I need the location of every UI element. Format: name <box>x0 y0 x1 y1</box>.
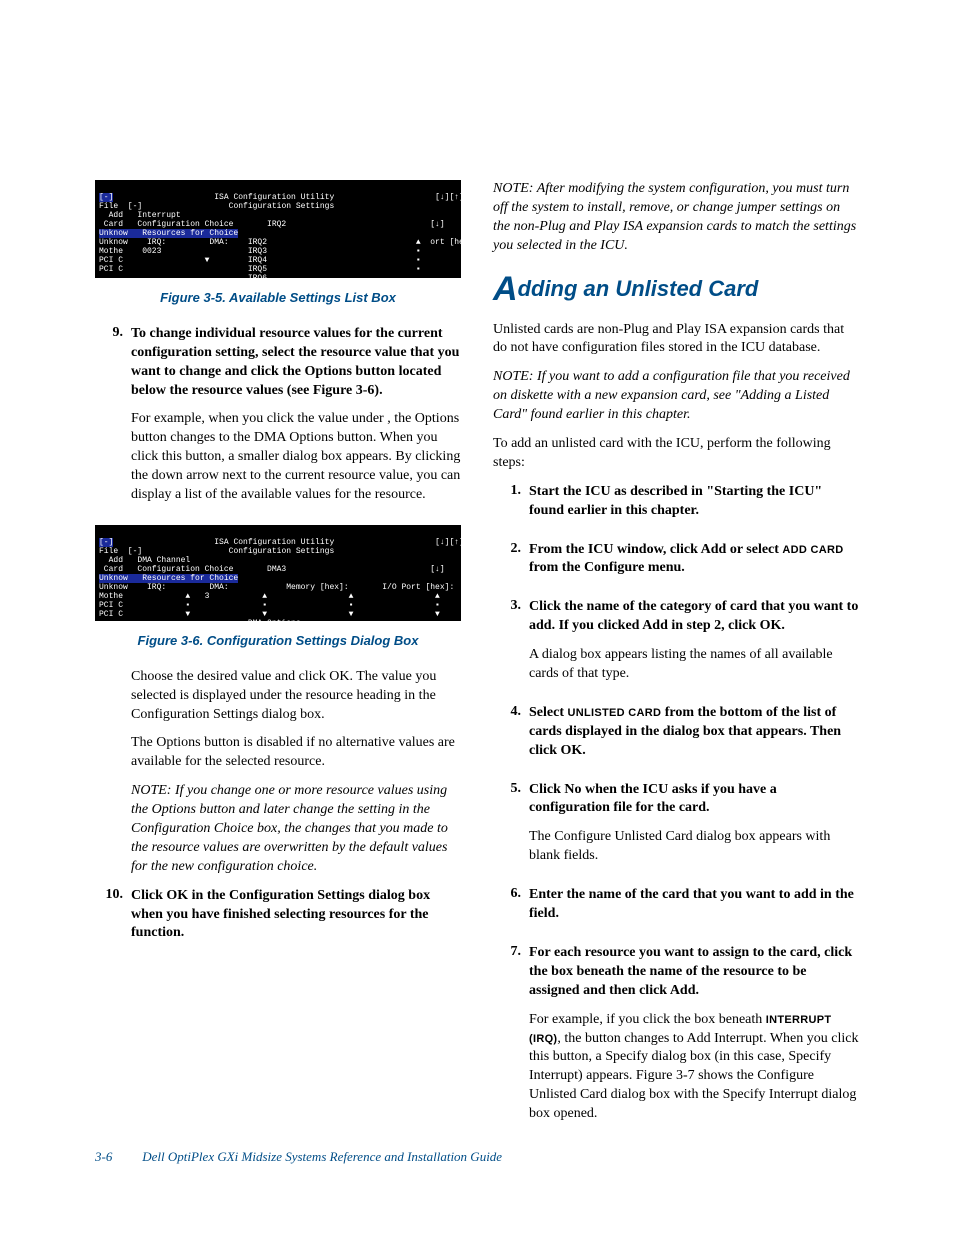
step-9-note: NOTE: If you change one or more resource… <box>131 782 461 876</box>
step-instruction: From the ICU window, click Add or select… <box>529 541 859 579</box>
figure-3-5-image: [-] ISA Configuration Utility [↓][↑] Fil… <box>95 180 461 278</box>
step-follow: The Configure Unlisted Card dialog box a… <box>529 828 859 866</box>
small-caps-term: INTERRUPT (IRQ) <box>529 1014 831 1045</box>
step-instruction: Start the ICU as described in "Starting … <box>529 483 859 521</box>
step-3: 3.Click the name of the category of card… <box>493 598 859 694</box>
step-number: 10. <box>95 887 131 954</box>
step-4: 4.Select UNLISTED CARD from the bottom o… <box>493 704 859 771</box>
section-lead: To add an unlisted card with the ICU, pe… <box>493 435 859 473</box>
step-follow: For example, if you click the box beneat… <box>529 1011 859 1124</box>
step-instruction: Enter the name of the card that you want… <box>529 886 859 924</box>
figure-3-6: [-] ISA Configuration Utility [↓][↑] Fil… <box>95 525 461 650</box>
heading-dropcap: A <box>493 270 518 308</box>
step-instruction: For each resource you want to assign to … <box>529 944 859 1001</box>
figure-3-5: [-] ISA Configuration Utility [↓][↑] Fil… <box>95 180 461 307</box>
step-10: 10. Click OK in the Configuration Settin… <box>95 887 461 954</box>
small-caps-term: ADD CARD <box>782 544 843 556</box>
step-number: 9. <box>95 325 131 515</box>
section-note: NOTE: If you want to add a configuration… <box>493 368 859 425</box>
step-instruction: Select UNLISTED CARD from the bottom of … <box>529 704 859 761</box>
step-9: 9. To change individual resource values … <box>95 325 461 515</box>
step-9-paragraph-1: For example, when you click the value un… <box>131 410 461 504</box>
step-number: 3. <box>493 598 529 694</box>
footer-title: Dell OptiPlex GXi Midsize Systems Refere… <box>142 1149 502 1164</box>
step-number: 6. <box>493 886 529 934</box>
step-9-instruction: To change individual resource values for… <box>131 325 461 401</box>
step-follow: A dialog box appears listing the names o… <box>529 646 859 684</box>
step-number: 1. <box>493 483 529 531</box>
page-footer: 3-6 Dell OptiPlex GXi Midsize Systems Re… <box>95 1149 502 1165</box>
figure-3-6-image: [-] ISA Configuration Utility [↓][↑] Fil… <box>95 525 461 621</box>
step-number: 5. <box>493 781 529 877</box>
section-heading-adding-unlisted-card: Adding an Unlisted Card <box>493 270 859 309</box>
step-9-paragraph-2: Choose the desired value and click OK. T… <box>131 668 461 725</box>
top-note: NOTE: After modifying the system configu… <box>493 180 859 256</box>
step-9-paragraph-3: The Options button is disabled if no alt… <box>131 734 461 772</box>
step-instruction: Click No when the ICU asks if you have a… <box>529 781 859 819</box>
heading-text: dding an Unlisted Card <box>518 276 759 301</box>
step-6: 6.Enter the name of the card that you wa… <box>493 886 859 934</box>
section-intro: Unlisted cards are non-Plug and Play ISA… <box>493 321 859 359</box>
figure-3-6-caption: Figure 3-6. Configuration Settings Dialo… <box>95 633 461 650</box>
step-instruction: Click the name of the category of card t… <box>529 598 859 636</box>
page-number: 3-6 <box>95 1149 139 1165</box>
figure-3-5-caption: Figure 3-5. Available Settings List Box <box>95 290 461 307</box>
step-2: 2.From the ICU window, click Add or sele… <box>493 541 859 589</box>
step-10-instruction: Click OK in the Configuration Settings d… <box>131 887 461 944</box>
step-7: 7.For each resource you want to assign t… <box>493 944 859 1134</box>
step-5: 5.Click No when the ICU asks if you have… <box>493 781 859 877</box>
step-number: 4. <box>493 704 529 771</box>
small-caps-term: UNLISTED CARD <box>567 707 661 719</box>
step-1: 1.Start the ICU as described in "Startin… <box>493 483 859 531</box>
step-number: 7. <box>493 944 529 1134</box>
step-number: 2. <box>493 541 529 589</box>
